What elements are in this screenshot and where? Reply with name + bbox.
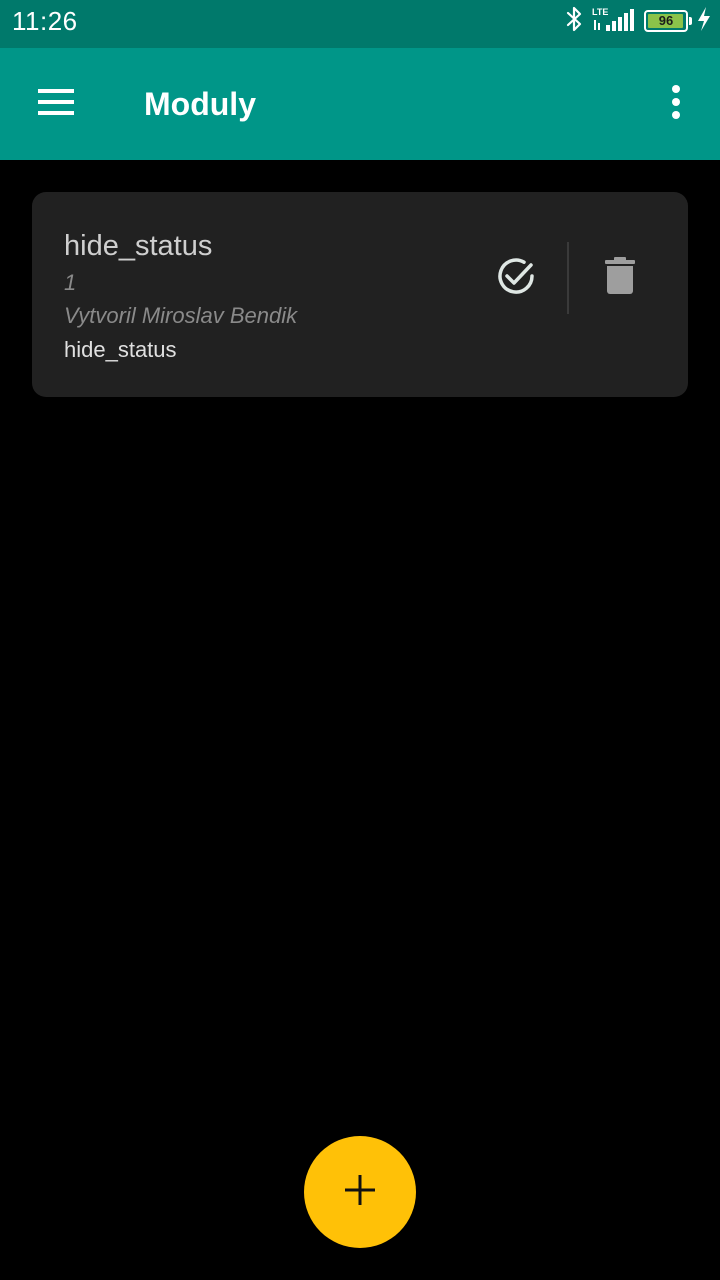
status-time: 11:26 — [12, 6, 78, 36]
module-enable-toggle[interactable] — [484, 246, 548, 310]
plus-icon — [345, 1174, 375, 1210]
module-card[interactable]: hide_status 1 Vytvoril Miroslav Bendik h… — [32, 192, 688, 397]
status-icons: LTE 96 — [564, 6, 712, 36]
bluetooth-icon — [564, 5, 584, 38]
more-vertical-icon — [671, 84, 681, 124]
battery-icon: 96 — [644, 10, 692, 32]
module-author: Vytvoril Miroslav Bendik — [64, 303, 298, 328]
battery-cap — [689, 17, 692, 25]
card-divider — [567, 242, 569, 314]
module-name: hide_status — [64, 230, 213, 262]
overflow-menu-button[interactable] — [644, 72, 708, 136]
check-circle-icon — [494, 254, 538, 303]
status-bar: 11:26 LTE 96 — [0, 0, 720, 48]
module-description: hide_status — [64, 337, 177, 362]
charging-bolt-icon — [696, 6, 712, 37]
hamburger-menu-icon — [38, 88, 74, 120]
delete-module-button[interactable] — [588, 246, 652, 310]
page-title: Moduly — [144, 86, 256, 122]
menu-button[interactable] — [24, 72, 88, 136]
battery-percent-label: 96 — [658, 13, 674, 28]
add-module-button[interactable] — [304, 1136, 416, 1248]
signal-icon: LTE — [592, 7, 636, 35]
screen: 11:26 LTE 96 Moduly hide_status 1 Vytvor… — [0, 0, 720, 1280]
module-version: 1 — [64, 270, 77, 295]
trash-icon — [605, 256, 635, 300]
app-bar: Moduly — [0, 48, 720, 160]
